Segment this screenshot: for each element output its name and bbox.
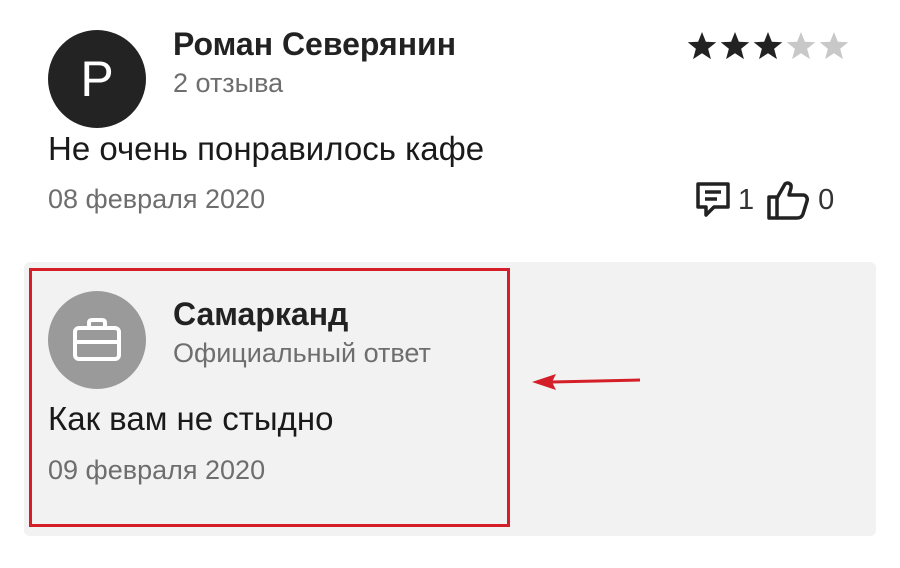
star-rating: [686, 30, 851, 62]
avatar-letter: P: [80, 51, 114, 107]
org-name[interactable]: Самарканд: [173, 296, 348, 333]
star-filled-icon: [720, 32, 750, 60]
star-filled-icon: [687, 32, 717, 60]
star-empty-icon: [786, 32, 816, 60]
review-date: 08 февраля 2020: [48, 184, 266, 214]
star-filled-icon: [753, 32, 783, 60]
briefcase-icon: [73, 318, 121, 361]
reply-date: 09 февраля 2020: [48, 455, 266, 485]
like-count: 0: [818, 183, 835, 216]
reply-text: Как вам не стыдно: [48, 400, 334, 437]
reply-role: Официальный ответ: [173, 338, 431, 368]
review-count: 2 отзыва: [173, 68, 284, 98]
author-name[interactable]: Роман Северянин: [173, 26, 456, 63]
user-avatar[interactable]: P: [48, 30, 146, 128]
org-avatar[interactable]: [48, 291, 146, 389]
star-empty-icon: [819, 32, 849, 60]
thumbs-up-icon[interactable]: [766, 179, 810, 221]
comment-count: 1: [738, 183, 755, 216]
review-actions: 1 0: [694, 178, 834, 222]
review-text: Не очень понравилось кафе: [48, 130, 485, 167]
arrow-icon: [532, 374, 641, 390]
comment-icon[interactable]: [694, 180, 732, 220]
